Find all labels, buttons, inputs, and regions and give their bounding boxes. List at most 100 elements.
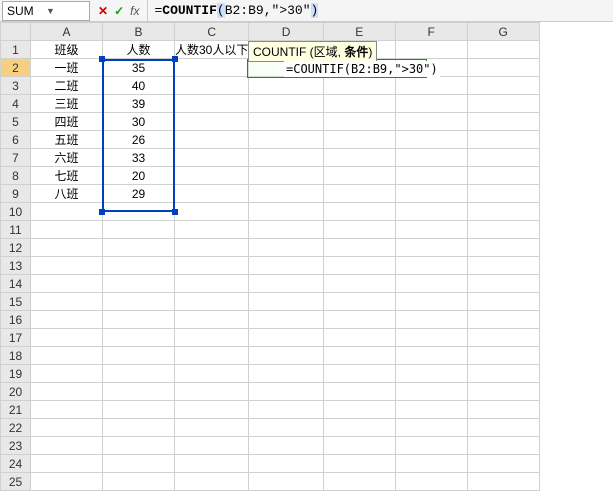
cell[interactable] <box>249 293 323 311</box>
cell[interactable] <box>249 455 323 473</box>
cell[interactable] <box>323 95 395 113</box>
cell[interactable] <box>249 167 323 185</box>
cell[interactable] <box>467 77 539 95</box>
cell[interactable] <box>395 239 467 257</box>
row-header[interactable]: 18 <box>1 347 31 365</box>
row-header[interactable]: 22 <box>1 419 31 437</box>
row-header[interactable]: 9 <box>1 185 31 203</box>
cell[interactable] <box>103 455 175 473</box>
cell[interactable] <box>103 329 175 347</box>
cell[interactable]: 26 <box>103 131 175 149</box>
cell[interactable] <box>103 383 175 401</box>
cell[interactable] <box>175 365 249 383</box>
cell[interactable] <box>249 275 323 293</box>
cell[interactable] <box>249 347 323 365</box>
row-header[interactable]: 24 <box>1 455 31 473</box>
cell[interactable]: 七班 <box>31 167 103 185</box>
cell[interactable] <box>467 203 539 221</box>
cell[interactable] <box>467 59 539 77</box>
cell[interactable] <box>395 275 467 293</box>
cell[interactable] <box>175 221 249 239</box>
cell[interactable] <box>31 437 103 455</box>
cell[interactable] <box>395 383 467 401</box>
cell[interactable] <box>395 257 467 275</box>
col-header-F[interactable]: F <box>395 23 467 41</box>
cell[interactable]: 35 <box>103 59 175 77</box>
cell[interactable] <box>175 329 249 347</box>
cell[interactable] <box>395 167 467 185</box>
cell[interactable] <box>249 311 323 329</box>
cell[interactable] <box>175 473 249 491</box>
range-handle[interactable] <box>99 209 105 215</box>
cell[interactable] <box>467 329 539 347</box>
cell[interactable] <box>175 95 249 113</box>
cell[interactable] <box>31 329 103 347</box>
cell[interactable] <box>323 329 395 347</box>
cell[interactable]: 人数 <box>103 41 175 59</box>
cell[interactable] <box>175 185 249 203</box>
cell[interactable] <box>467 95 539 113</box>
row-header[interactable]: 8 <box>1 167 31 185</box>
cell[interactable] <box>31 275 103 293</box>
cell[interactable] <box>175 275 249 293</box>
cell[interactable] <box>323 311 395 329</box>
cell[interactable] <box>467 293 539 311</box>
cell[interactable] <box>467 131 539 149</box>
cell[interactable] <box>395 347 467 365</box>
row-header[interactable]: 14 <box>1 275 31 293</box>
confirm-icon[interactable]: ✓ <box>114 4 124 18</box>
cell[interactable] <box>395 437 467 455</box>
cell[interactable]: 三班 <box>31 95 103 113</box>
cell[interactable]: 20 <box>103 167 175 185</box>
cell[interactable] <box>467 275 539 293</box>
cell[interactable] <box>249 329 323 347</box>
cell[interactable] <box>467 365 539 383</box>
cell[interactable] <box>175 59 249 77</box>
grid-table[interactable]: A B C D E F G 1班级人数人数30人以下人数30人以上 2一班35 … <box>0 22 540 491</box>
cell[interactable]: 一班 <box>31 59 103 77</box>
cell[interactable] <box>395 113 467 131</box>
cell[interactable] <box>103 221 175 239</box>
row-header[interactable]: 2 <box>1 59 31 77</box>
cell[interactable] <box>249 95 323 113</box>
cell[interactable] <box>31 401 103 419</box>
cell[interactable]: 二班 <box>31 77 103 95</box>
cell[interactable] <box>323 293 395 311</box>
cell[interactable] <box>31 311 103 329</box>
cell[interactable] <box>103 293 175 311</box>
cell[interactable] <box>395 401 467 419</box>
cell[interactable] <box>395 329 467 347</box>
cell[interactable] <box>31 221 103 239</box>
cell[interactable] <box>323 239 395 257</box>
col-header-C[interactable]: C <box>175 23 249 41</box>
cell[interactable] <box>323 185 395 203</box>
cell[interactable] <box>323 383 395 401</box>
cell[interactable] <box>395 311 467 329</box>
cell[interactable]: 33 <box>103 149 175 167</box>
cell[interactable] <box>175 167 249 185</box>
col-header-G[interactable]: G <box>467 23 539 41</box>
fx-icon[interactable]: fx <box>130 4 139 18</box>
cell[interactable] <box>249 77 323 95</box>
cell[interactable] <box>249 203 323 221</box>
row-header[interactable]: 7 <box>1 149 31 167</box>
cell[interactable] <box>467 41 539 59</box>
row-header[interactable]: 6 <box>1 131 31 149</box>
cell[interactable]: 六班 <box>31 149 103 167</box>
row-header[interactable]: 20 <box>1 383 31 401</box>
cell[interactable] <box>395 473 467 491</box>
cell[interactable] <box>103 365 175 383</box>
range-handle[interactable] <box>99 56 105 62</box>
cell[interactable] <box>31 419 103 437</box>
cell[interactable] <box>249 131 323 149</box>
cell[interactable] <box>31 383 103 401</box>
cell[interactable] <box>103 311 175 329</box>
cell[interactable] <box>175 149 249 167</box>
range-handle[interactable] <box>172 209 178 215</box>
cell[interactable] <box>175 401 249 419</box>
cell[interactable] <box>175 437 249 455</box>
cell[interactable] <box>249 239 323 257</box>
cell[interactable] <box>323 77 395 95</box>
cell[interactable] <box>395 41 467 59</box>
cell[interactable] <box>323 221 395 239</box>
